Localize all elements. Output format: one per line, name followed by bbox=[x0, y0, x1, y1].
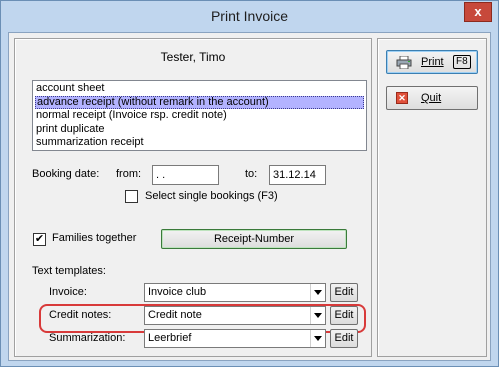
to-label: to: bbox=[245, 168, 258, 180]
receipt-number-button[interactable]: Receipt-Number bbox=[161, 229, 347, 249]
invoice-edit-button[interactable]: Edit bbox=[330, 283, 358, 302]
list-item[interactable]: print duplicate bbox=[35, 123, 364, 137]
families-together-checkbox[interactable]: ✔ bbox=[33, 233, 46, 246]
window-title: Print Invoice bbox=[210, 8, 289, 24]
credit-notes-edit-button[interactable]: Edit bbox=[330, 306, 358, 325]
credit-notes-template-label: Credit notes: bbox=[49, 309, 112, 321]
select-single-label: Select single bookings (F3) bbox=[145, 190, 278, 202]
print-button[interactable]: Print F8 bbox=[386, 50, 478, 74]
families-together-label: Families together bbox=[52, 232, 137, 244]
invoice-template-label: Invoice: bbox=[49, 286, 87, 298]
invoice-template-value: Invoice club bbox=[148, 286, 207, 298]
quit-button-label: Quit bbox=[421, 92, 442, 104]
actions-group: Print F8 ✕ Quit bbox=[377, 38, 487, 357]
print-shortcut-badge: F8 bbox=[453, 55, 471, 69]
chevron-down-icon[interactable] bbox=[310, 284, 325, 301]
summarization-template-label: Summarization: bbox=[49, 332, 126, 344]
list-item[interactable]: account sheet bbox=[35, 82, 364, 96]
print-options-group: Tester, Timo account sheet advance recei… bbox=[14, 38, 372, 357]
printer-icon bbox=[396, 56, 412, 69]
from-label: from: bbox=[116, 168, 142, 180]
invoice-template-select[interactable]: Invoice club bbox=[144, 283, 326, 302]
list-item-selected[interactable]: advance receipt (without remark in the a… bbox=[35, 95, 364, 109]
select-single-checkbox[interactable] bbox=[125, 190, 138, 203]
list-item[interactable]: normal receipt (Invoice rsp. credit note… bbox=[35, 109, 364, 123]
booking-date-label: Booking date: bbox=[32, 168, 100, 180]
customer-name: Tester, Timo bbox=[160, 50, 226, 64]
print-invoice-window: Print Invoice x Tester, Timo account she… bbox=[0, 0, 499, 367]
print-type-listbox[interactable]: account sheet advance receipt (without r… bbox=[32, 80, 367, 151]
summarization-edit-button[interactable]: Edit bbox=[330, 329, 358, 348]
from-date-field[interactable]: . . bbox=[152, 165, 219, 185]
quit-icon: ✕ bbox=[396, 92, 408, 104]
print-button-label: Print bbox=[421, 56, 444, 68]
to-date-field[interactable]: 31.12.14 bbox=[269, 165, 326, 185]
chevron-down-icon[interactable] bbox=[310, 330, 325, 347]
credit-notes-template-select[interactable]: Credit note bbox=[144, 306, 326, 325]
close-button[interactable]: x bbox=[464, 2, 492, 22]
credit-notes-template-value: Credit note bbox=[148, 309, 202, 321]
dialog-client-area: Tester, Timo account sheet advance recei… bbox=[8, 32, 491, 361]
summarization-template-value: Leerbrief bbox=[148, 332, 192, 344]
list-item[interactable]: summarization receipt bbox=[35, 136, 364, 150]
text-templates-heading: Text templates: bbox=[32, 265, 106, 277]
chevron-down-icon[interactable] bbox=[310, 307, 325, 324]
summarization-template-select[interactable]: Leerbrief bbox=[144, 329, 326, 348]
quit-button[interactable]: ✕ Quit bbox=[386, 86, 478, 110]
